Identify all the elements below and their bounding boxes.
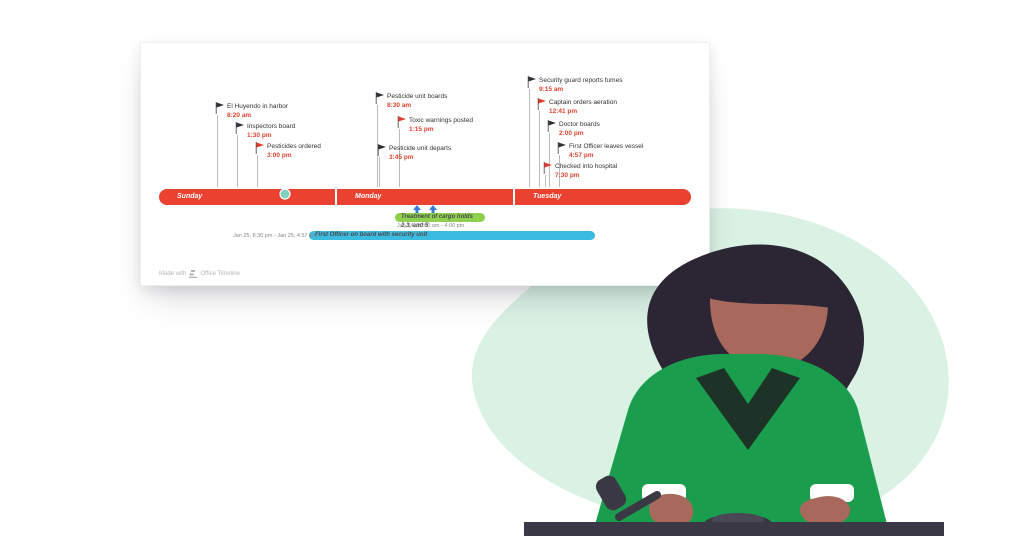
- flag-icon: [557, 142, 567, 154]
- event-stem: [529, 89, 530, 187]
- event-e6: Pesticide unit departs3:45 pm: [389, 145, 559, 162]
- up-arrow-icon: [429, 205, 437, 213]
- event-time: 12:41 pm: [549, 108, 719, 116]
- event-e2: Inspectors board1:30 pm: [247, 123, 417, 140]
- event-e4: Pesticide unit boards8:30 am: [387, 93, 557, 110]
- flag-icon: [537, 98, 547, 110]
- made-with-brand: Office Timeline: [200, 271, 240, 277]
- flag-icon: [235, 122, 245, 134]
- event-e7: Security guard reports fumes9:15 am: [539, 77, 709, 94]
- flag-icon: [375, 92, 385, 104]
- timeline-marker: [279, 187, 291, 199]
- timeline-daybar: SundayMondayTuesday: [159, 189, 691, 205]
- event-stem: [549, 133, 550, 187]
- event-stem: [257, 155, 258, 187]
- up-arrow-icon: [413, 205, 421, 213]
- task-caption: Jan 25, 8:30 pm - Jan 25, 4:57 pm: [233, 233, 317, 239]
- event-time: 7:30 pm: [555, 172, 725, 180]
- event-time: 1:30 pm: [247, 132, 417, 140]
- event-stem: [545, 175, 546, 187]
- task-caption: Jan 24, 10:00 am - 4:00 pm: [397, 223, 464, 229]
- event-label: Captain orders aeration: [549, 99, 719, 107]
- flag-icon: [255, 142, 265, 154]
- task-bar: First Officer on board with security uni…: [309, 231, 595, 240]
- event-label: Checked into hospital: [555, 163, 725, 171]
- event-label: Pesticide unit boards: [387, 93, 557, 101]
- event-e11: Checked into hospital7:30 pm: [555, 163, 725, 180]
- event-label: Doctor boards: [559, 121, 729, 129]
- day-sunday: Sunday: [159, 189, 335, 205]
- day-monday: Monday: [335, 189, 513, 205]
- flag-icon: [547, 120, 557, 132]
- event-label: El Huyendo in harbor: [227, 103, 397, 111]
- event-time: 4:57 pm: [569, 152, 739, 160]
- event-stem: [237, 135, 238, 187]
- office-timeline-icon: [189, 270, 197, 278]
- event-stem: [539, 111, 540, 187]
- event-stem: [217, 115, 218, 187]
- event-stem: [379, 157, 380, 187]
- event-time: 8:30 am: [387, 102, 557, 110]
- flag-icon: [527, 76, 537, 88]
- event-e1: El Huyendo in harbor8:20 am: [227, 103, 397, 120]
- event-label: Security guard reports fumes: [539, 77, 709, 85]
- event-e9: Doctor boards2:00 pm: [559, 121, 729, 138]
- made-with-text: Made with: [159, 271, 186, 277]
- event-time: 2:00 pm: [559, 130, 729, 138]
- event-label: Inspectors board: [247, 123, 417, 131]
- event-label: Pesticide unit departs: [389, 145, 559, 153]
- flag-icon: [397, 116, 407, 128]
- day-tuesday: Tuesday: [513, 189, 691, 205]
- event-e10: First Officer leaves vessel4:57 pm: [569, 143, 739, 160]
- flag-icon: [543, 162, 553, 174]
- event-label: First Officer leaves vessel: [569, 143, 739, 151]
- flag-icon: [377, 144, 387, 156]
- timeline-events: El Huyendo in harbor8:20 am Inspectors bo…: [141, 57, 709, 183]
- event-time: 8:20 am: [227, 112, 397, 120]
- task-bar: Treatment of cargo holds 2,3, and 5: [395, 213, 485, 222]
- event-time: 3:45 pm: [389, 154, 559, 162]
- timeline-card: El Huyendo in harbor8:20 am Inspectors bo…: [140, 42, 710, 286]
- event-e8: Captain orders aeration12:41 pm: [549, 99, 719, 116]
- made-with-footer: Made with Office Timeline: [159, 270, 240, 278]
- event-time: 9:15 am: [539, 86, 709, 94]
- flag-icon: [215, 102, 225, 114]
